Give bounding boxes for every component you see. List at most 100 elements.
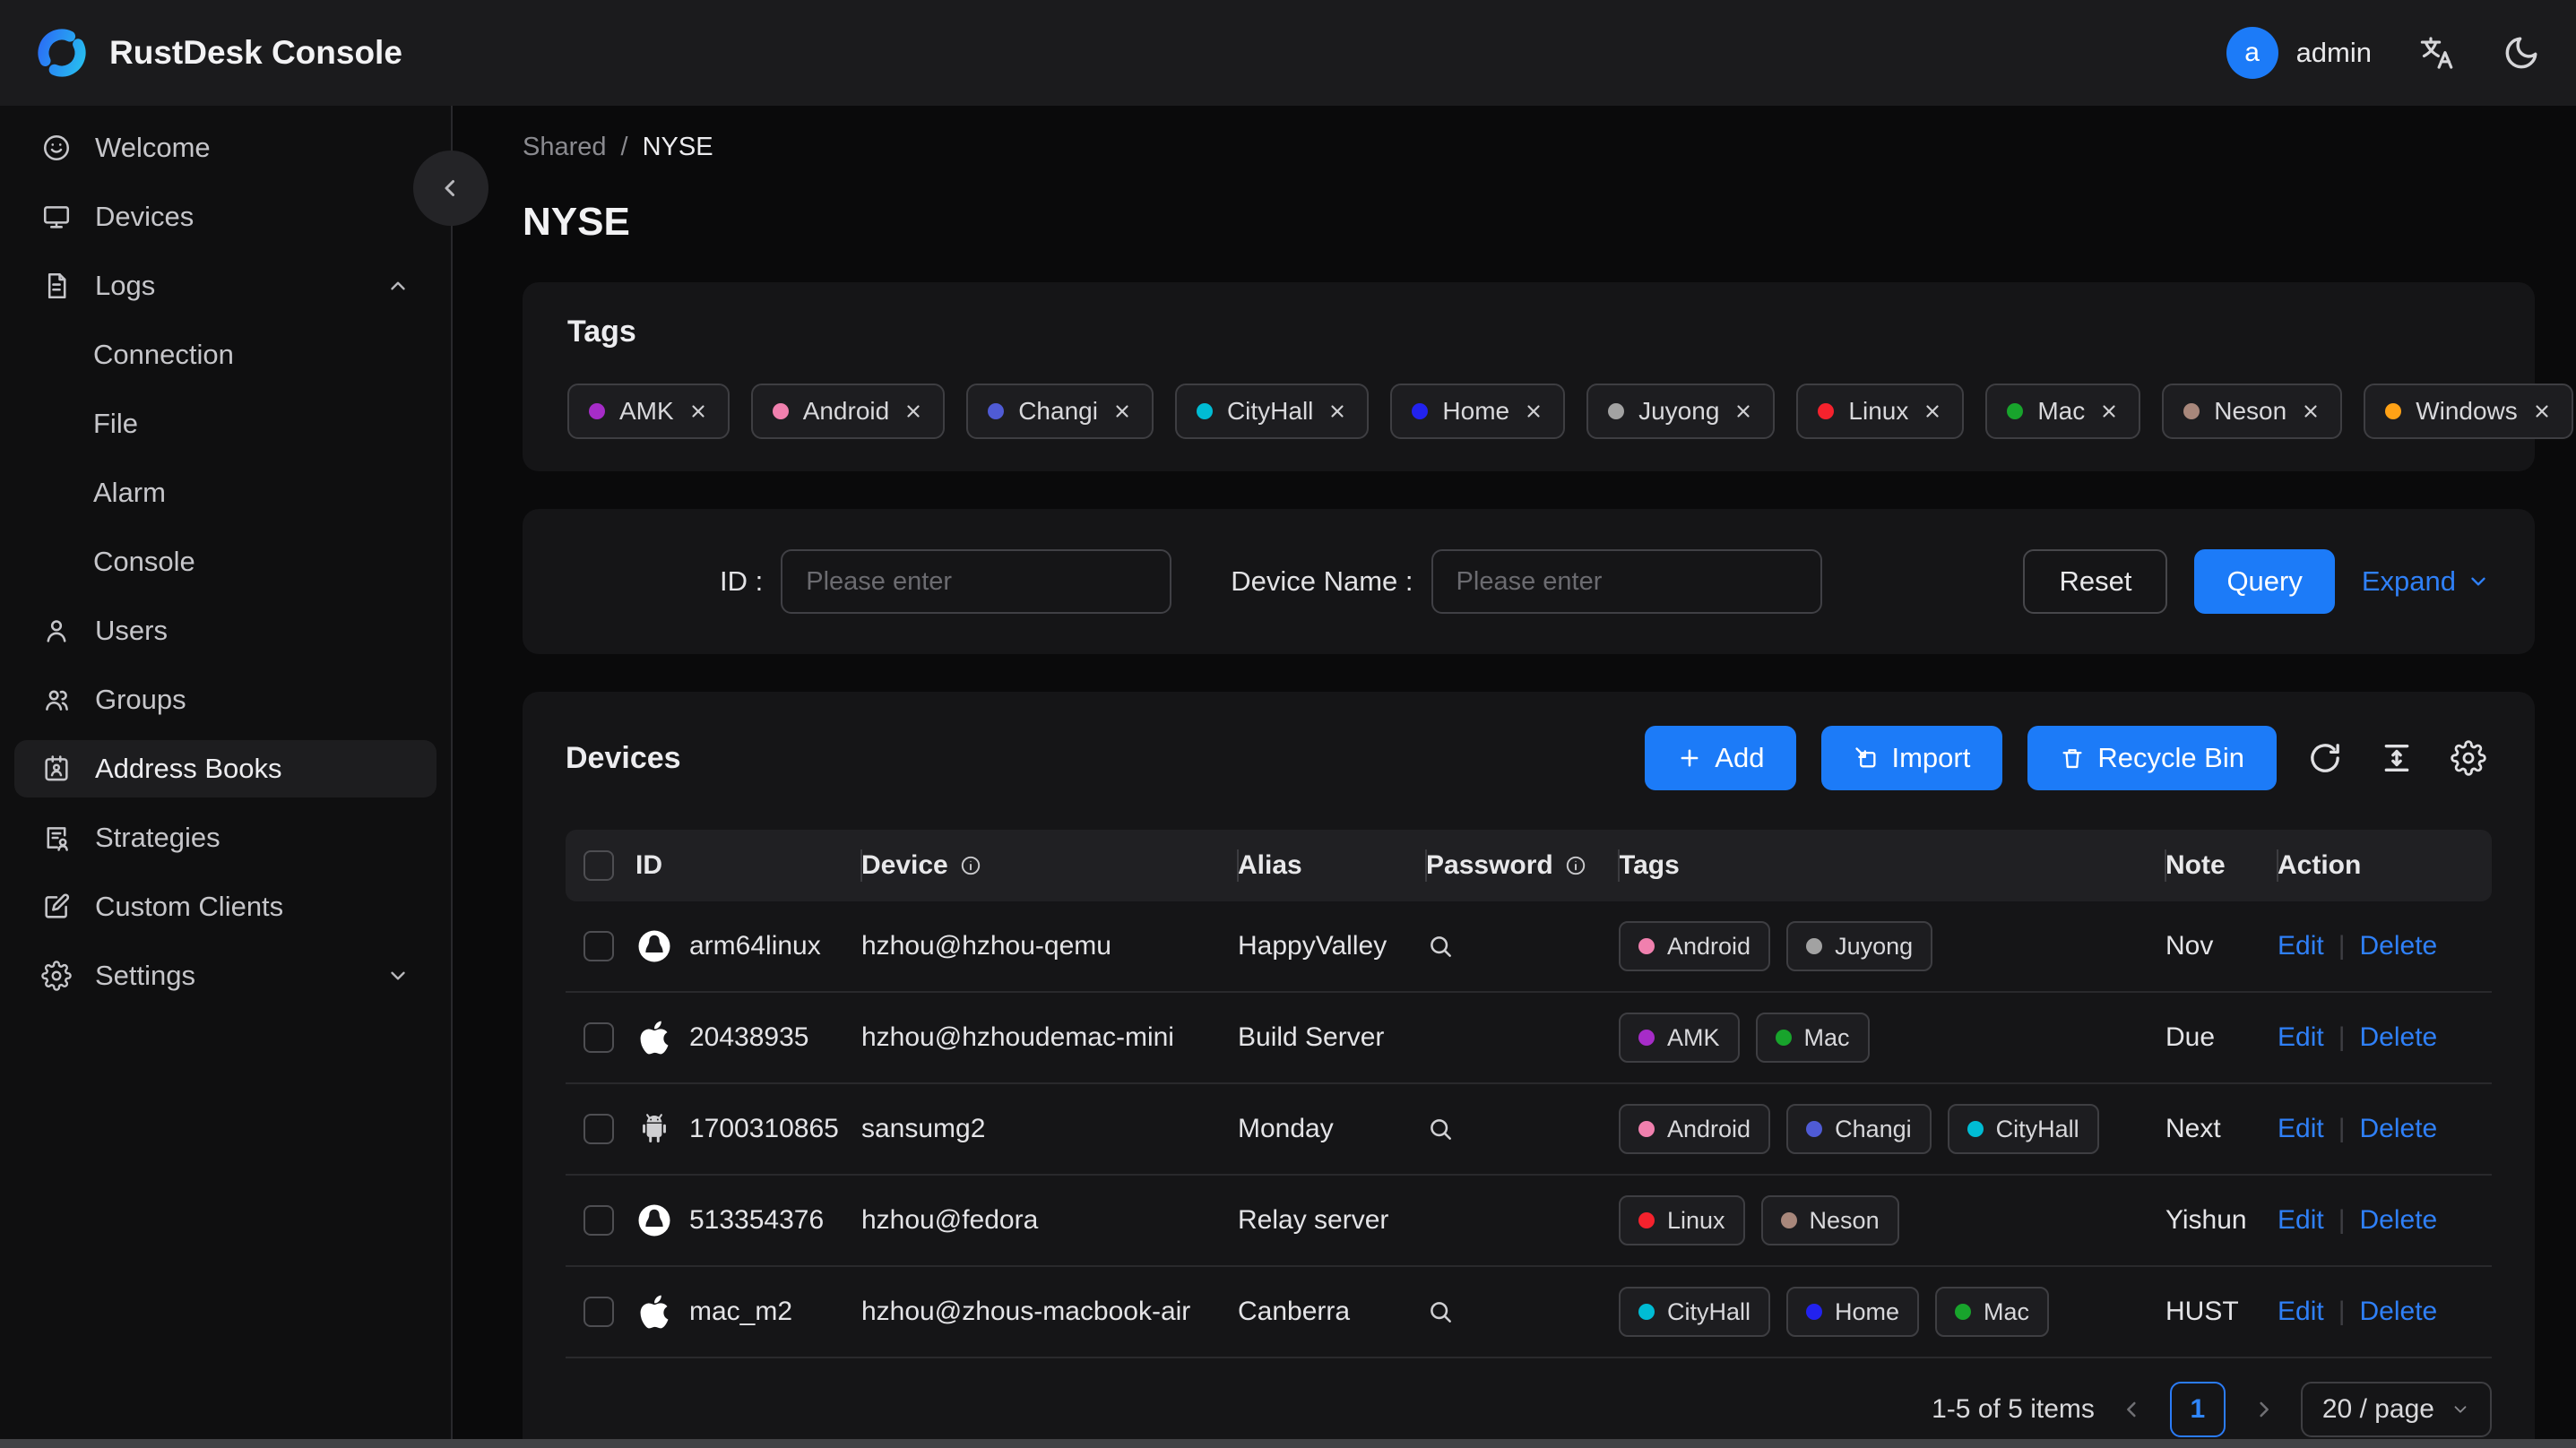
page-size-select[interactable]: 20 / page [2300, 1382, 2492, 1437]
edit-link[interactable]: Edit [2278, 931, 2324, 961]
recycle-bin-button[interactable]: Recycle Bin [2027, 726, 2277, 790]
tag-color-dot [1638, 1304, 1655, 1320]
plus-icon [1677, 746, 1702, 771]
tag-chip[interactable]: Linux [1796, 384, 1965, 439]
magnifier-icon[interactable] [1426, 1297, 1455, 1326]
sidebar-item-console[interactable]: Console [14, 533, 437, 590]
sidebar-collapse-button[interactable] [413, 151, 488, 226]
expand-toggle[interactable]: Expand [2362, 565, 2490, 598]
tag-chip[interactable]: Changi [966, 384, 1154, 439]
sidebar-item-address-books[interactable]: Address Books [14, 740, 437, 797]
row-checkbox[interactable] [583, 1114, 614, 1144]
delete-link[interactable]: Delete [2360, 1297, 2438, 1327]
sidebar-item-users[interactable]: Users [14, 602, 437, 659]
devices-card-title: Devices [566, 740, 681, 775]
page-title: NYSE [523, 200, 630, 244]
chevron-down-icon [2451, 1400, 2470, 1419]
tag-color-dot [1967, 1121, 1984, 1137]
tag-color-dot [1775, 1030, 1792, 1046]
row-checkbox[interactable] [583, 1022, 614, 1053]
close-icon[interactable] [1524, 401, 1543, 421]
tag-chip[interactable]: Android [750, 384, 946, 439]
tag-chip: Home [1786, 1287, 1920, 1337]
tag-chip[interactable]: Neson [2162, 384, 2343, 439]
row-checkbox[interactable] [583, 931, 614, 961]
density-button[interactable] [2373, 735, 2420, 781]
close-icon[interactable] [903, 401, 923, 421]
sidebar-item-groups[interactable]: Groups [14, 671, 437, 728]
sidebar-item-logs[interactable]: Logs [14, 257, 437, 315]
delete-link[interactable]: Delete [2360, 931, 2438, 961]
tag-chip[interactable]: Home [1390, 384, 1566, 439]
column-header-alias[interactable]: Alias [1238, 850, 1302, 881]
sidebar-item-strategies[interactable]: Strategies [14, 809, 437, 866]
close-icon[interactable] [2532, 401, 2552, 421]
app-title: RustDesk Console [109, 34, 402, 71]
edit-link[interactable]: Edit [2278, 1205, 2324, 1236]
user-menu[interactable]: a admin [2226, 27, 2372, 79]
translate-icon[interactable] [2418, 34, 2456, 72]
circle-info-icon[interactable] [1564, 854, 1587, 877]
row-checkbox[interactable] [583, 1297, 614, 1327]
select-all-checkbox[interactable] [583, 850, 614, 881]
sidebar-item-custom-clients[interactable]: Custom Clients [14, 878, 437, 935]
device-name-filter-input[interactable] [1431, 549, 1822, 614]
edit-link[interactable]: Edit [2278, 1297, 2324, 1327]
sidebar-item-file[interactable]: File [14, 395, 437, 452]
avatar[interactable]: a [2226, 27, 2278, 79]
moon-icon[interactable] [2503, 34, 2540, 72]
linux-os-icon [635, 927, 673, 965]
sidebar-item-welcome[interactable]: Welcome [14, 119, 437, 177]
sidebar-item-alarm[interactable]: Alarm [14, 464, 437, 521]
tag-label: Linux [1848, 397, 1909, 425]
sidebar-item-devices[interactable]: Devices [14, 188, 437, 246]
gear-icon [2451, 740, 2486, 776]
column-header-tags[interactable]: Tags [1619, 850, 1680, 881]
row-checkbox[interactable] [583, 1205, 614, 1236]
tag-chip[interactable]: AMK [567, 384, 730, 439]
close-icon[interactable] [1923, 401, 1942, 421]
page-number-button[interactable]: 1 [2169, 1382, 2226, 1437]
delete-link[interactable]: Delete [2360, 1205, 2438, 1236]
query-button[interactable]: Query [2194, 549, 2335, 614]
edit-link[interactable]: Edit [2278, 1022, 2324, 1053]
previous-page-button[interactable] [2120, 1397, 2145, 1422]
close-icon[interactable] [1733, 401, 1753, 421]
column-header-device[interactable]: Device [861, 850, 948, 881]
delete-link[interactable]: Delete [2360, 1022, 2438, 1053]
column-header-id[interactable]: ID [635, 850, 662, 881]
circle-info-icon[interactable] [959, 854, 982, 877]
breadcrumb-parent[interactable]: Shared [523, 133, 607, 162]
close-icon[interactable] [1327, 401, 1347, 421]
close-icon[interactable] [2301, 401, 2321, 421]
tag-chip[interactable]: Windows [2364, 384, 2573, 439]
import-button[interactable]: Import [1821, 726, 2003, 790]
tag-color-dot [2385, 403, 2402, 419]
action-divider: | [2338, 1022, 2346, 1052]
column-header-password[interactable]: Password [1426, 850, 1553, 881]
close-icon[interactable] [1112, 401, 1132, 421]
tag-chip[interactable]: CityHall [1174, 384, 1370, 439]
next-page-button[interactable] [2251, 1397, 2276, 1422]
magnifier-icon[interactable] [1426, 932, 1455, 961]
table-row: mac_m2 hzhou@zhous-macbook-air Canberra … [566, 1267, 2492, 1358]
close-icon[interactable] [2099, 401, 2119, 421]
id-filter-input[interactable] [781, 549, 1172, 614]
refresh-button[interactable] [2302, 735, 2348, 781]
magnifier-icon[interactable] [1426, 1115, 1455, 1143]
tag-chip[interactable]: Mac [1985, 384, 2141, 439]
edit-link[interactable]: Edit [2278, 1114, 2324, 1144]
close-icon[interactable] [688, 401, 708, 421]
strategy-icon [41, 823, 72, 853]
table-settings-button[interactable] [2445, 735, 2492, 781]
sidebar-item-connection[interactable]: Connection [14, 326, 437, 384]
tag-chip[interactable]: Juyong [1586, 384, 1776, 439]
chevron-down-icon [2467, 570, 2490, 593]
add-device-button[interactable]: Add [1645, 726, 1797, 790]
sidebar-item-settings[interactable]: Settings [14, 947, 437, 1004]
reset-button[interactable]: Reset [2023, 549, 2168, 614]
delete-link[interactable]: Delete [2360, 1114, 2438, 1144]
device-alias: Relay server [1238, 1205, 1389, 1235]
horizontal-scrollbar[interactable] [0, 1439, 2576, 1448]
column-header-note[interactable]: Note [2165, 850, 2226, 881]
